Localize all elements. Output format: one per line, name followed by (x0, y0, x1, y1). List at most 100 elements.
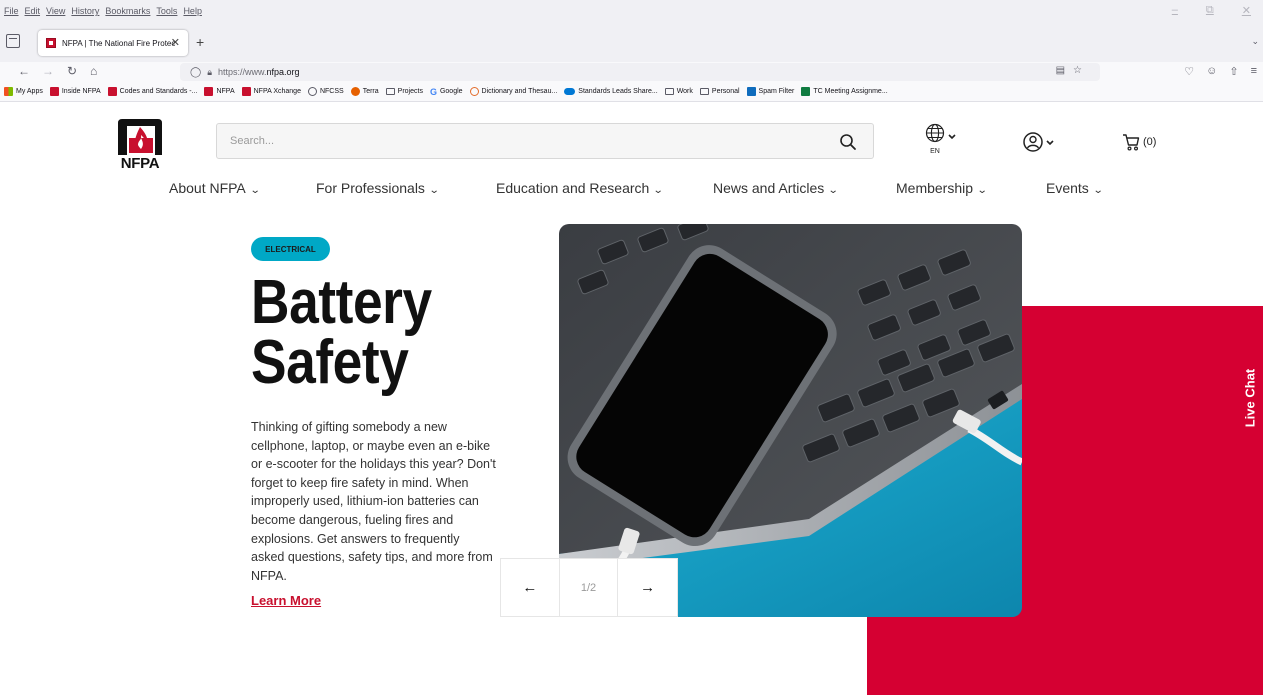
nfpa-favicon-icon (241, 87, 251, 96)
bookmark-label: NFCSS (319, 88, 344, 95)
slide-counter: 1/2 (560, 559, 619, 616)
menu-view[interactable]: View (46, 6, 65, 16)
nfpa-favicon-icon (107, 87, 117, 96)
bookmark-codes-standards[interactable]: Codes and Standards -... (107, 87, 198, 96)
nav-education-research[interactable]: Education and Research ⌄ (496, 180, 664, 196)
bookmark-spam-filter[interactable]: Spam Filter (746, 87, 794, 96)
hero-title-line: Safety (251, 328, 409, 397)
tab-title: NFPA | The National Fire Protec (62, 38, 176, 48)
bookmark-terra[interactable]: Terra (350, 87, 379, 96)
lock-icon[interactable]: 🔒︎ (207, 67, 212, 78)
bookmark-inside-nfpa[interactable]: Inside NFPA (49, 87, 101, 96)
tab-close-icon[interactable]: ✕ (171, 36, 180, 49)
extensions-icon[interactable]: ⇧ (1229, 65, 1238, 78)
bookmark-tc-meeting[interactable]: TC Meeting Assignme... (801, 87, 888, 96)
bookmark-nfpa[interactable]: NFPA (204, 87, 235, 96)
pocket-icon[interactable]: ♡ (1184, 65, 1194, 78)
folder-icon (664, 88, 674, 95)
search-input[interactable] (230, 135, 790, 147)
bookmark-standards-leads[interactable]: Standards Leads Share... (564, 88, 658, 95)
nav-label: Membership (896, 180, 974, 196)
browser-toolbar: ← → ↻ ⌂ ◯ 🔒︎ https://www. nfpa.org ▤☆ ♡ ☺… (0, 62, 1263, 82)
forward-icon[interactable]: → (42, 64, 54, 78)
nfpa-favicon-icon (204, 87, 214, 96)
chevron-down-icon: ⌄ (653, 185, 664, 196)
chevron-down-icon: ⌄ (1092, 185, 1104, 196)
tracking-shield-icon[interactable]: ◯ (190, 67, 201, 78)
globe-icon (307, 87, 317, 96)
account-icon[interactable]: ☺ (1206, 65, 1217, 78)
live-chat-button[interactable]: Live Chat (1236, 349, 1263, 447)
account-menu[interactable] (1023, 131, 1059, 153)
language-selector[interactable]: EN (925, 123, 961, 159)
reader-bookmark-icons[interactable]: ▤☆ (1056, 65, 1090, 76)
carousel-next-button[interactable]: → (618, 559, 677, 616)
tab-list-icon[interactable] (6, 34, 20, 48)
dictionary-icon (469, 87, 479, 96)
tab-overflow-chevron-icon[interactable]: ⌄ (1251, 36, 1259, 47)
nfpa-logo-text: NFPA (121, 155, 160, 171)
menu-history[interactable]: History (71, 6, 99, 16)
web-page: NFPA EN (0) (0, 103, 1263, 695)
bookmark-google[interactable]: G Google (430, 87, 463, 97)
learn-more-link[interactable]: Learn More (251, 593, 321, 608)
restore-icon[interactable]: ⧉ (1206, 4, 1214, 17)
bookmark-label: Projects (397, 88, 423, 95)
bookmark-label: Inside NFPA (61, 88, 101, 95)
hero-title-line: Battery (251, 268, 432, 337)
bookmarks-toolbar: My Apps Inside NFPA Codes and Standards … (0, 82, 1263, 102)
close-window-icon[interactable]: ✕ (1242, 4, 1251, 17)
arrow-right-icon: → (640, 579, 656, 596)
bookmark-label: Personal (711, 88, 740, 95)
bookmark-nfpa-xchange[interactable]: NFPA Xchange (241, 87, 301, 96)
cart-button[interactable]: (0) (1122, 132, 1172, 152)
search-icon[interactable] (839, 133, 857, 151)
chevron-down-icon: ⌄ (428, 185, 440, 196)
nfpa-favicon-icon (49, 87, 59, 96)
menu-bookmarks[interactable]: Bookmarks (105, 6, 150, 16)
menu-edit[interactable]: Edit (25, 6, 41, 16)
bookmark-label: Standards Leads Share... (578, 88, 658, 95)
carousel-prev-button[interactable]: ← (501, 559, 560, 616)
browser-tab-active[interactable]: NFPA | The National Fire Protec ✕ (38, 30, 188, 56)
bookmark-label: Google (439, 88, 463, 95)
nav-about-nfpa[interactable]: About NFPA ⌄ (169, 180, 260, 196)
bookmark-projects[interactable]: Projects (385, 88, 423, 95)
globe-icon (925, 123, 956, 143)
address-bar[interactable]: ◯ 🔒︎ https://www. nfpa.org ▤☆ (180, 63, 1100, 81)
nav-for-professionals[interactable]: For Professionals ⌄ (316, 180, 440, 196)
url-prefix: https://www. (218, 67, 267, 77)
nfpa-logo[interactable]: NFPA (114, 115, 166, 171)
chevron-down-icon: ⌄ (976, 185, 988, 196)
browser-menubar: File Edit View History Bookmarks Tools H… (0, 0, 1263, 22)
bookmark-label: Dictionary and Thesau... (481, 88, 558, 95)
menu-file[interactable]: File (4, 6, 19, 16)
reload-icon[interactable]: ↻ (67, 64, 77, 78)
bookmark-my-apps[interactable]: My Apps (4, 87, 43, 96)
live-chat-label: Live Chat (1242, 368, 1257, 428)
bookmark-label: Terra (362, 88, 379, 95)
bookmark-nfcss[interactable]: NFCSS (307, 87, 344, 96)
minimize-icon[interactable]: – (1172, 4, 1178, 17)
menu-hamburger-icon[interactable]: ≡ (1251, 65, 1257, 78)
bookmark-label: Codes and Standards -... (119, 88, 198, 95)
nav-events[interactable]: Events ⌄ (1046, 180, 1104, 196)
back-icon[interactable]: ← (18, 64, 30, 78)
menu-help[interactable]: Help (183, 6, 202, 16)
bookmark-work[interactable]: Work (664, 88, 693, 95)
bookmark-dictionary[interactable]: Dictionary and Thesau... (469, 87, 558, 96)
chevron-down-icon: ⌄ (828, 185, 839, 196)
menu-tools[interactable]: Tools (156, 6, 177, 16)
spam-filter-icon (746, 87, 756, 96)
home-icon[interactable]: ⌂ (90, 64, 97, 78)
bookmark-personal[interactable]: Personal (699, 88, 740, 95)
tab-bar: NFPA | The National Fire Protec ✕ + ⌄ (0, 22, 1263, 62)
onedrive-icon (564, 88, 576, 95)
nav-label: Events (1046, 180, 1089, 196)
bookmark-label: TC Meeting Assignme... (813, 88, 888, 95)
category-badge[interactable]: ELECTRICAL (251, 237, 330, 261)
nav-news-articles[interactable]: News and Articles ⌄ (713, 180, 839, 196)
toolbar-right-icons: ♡ ☺ ⇧ ≡ (1184, 65, 1257, 78)
nav-membership[interactable]: Membership ⌄ (896, 180, 988, 196)
new-tab-icon[interactable]: + (196, 34, 204, 50)
